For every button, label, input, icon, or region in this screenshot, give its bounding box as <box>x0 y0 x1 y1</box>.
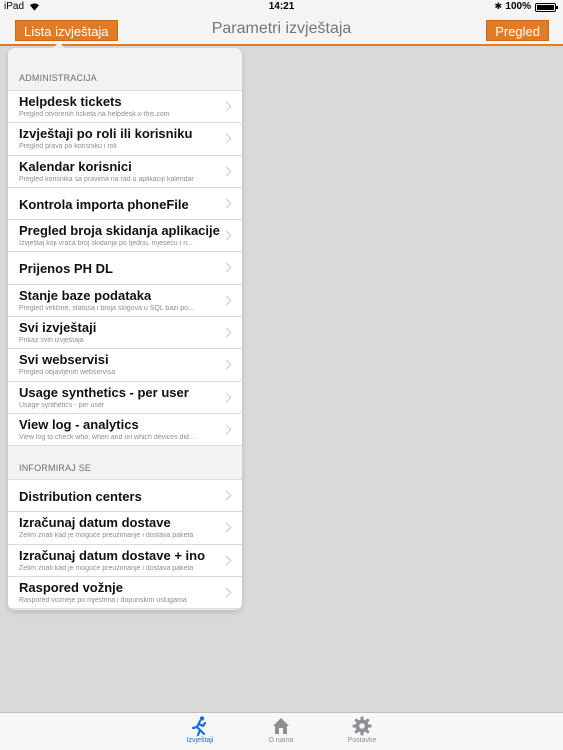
list-item-subtitle: Pregled veličine, statusa i broja slogov… <box>19 304 194 312</box>
section-header-informiraj: INFORMIRAJ SE <box>19 463 92 473</box>
list-item-title: Kontrola importa phoneFile <box>19 196 189 212</box>
list-item-subtitle: Pregled otvorenih ticketa na helpdesk.x-… <box>19 111 170 118</box>
list-item-title: Svi izvještaji <box>19 320 97 336</box>
list-item-subtitle: Usage synthetics - per user <box>19 401 105 409</box>
administracija-list: Helpdesk tickets Pregled otvorenih ticket… <box>8 90 242 447</box>
list-item-title: Helpdesk tickets <box>19 94 122 109</box>
list-item-subtitle: Pregled prava po korisniku i roli <box>19 143 117 151</box>
chevron-right-icon <box>221 327 232 338</box>
list-item-title: View log - analytics <box>19 416 139 432</box>
list-item[interactable]: Kontrola importa phoneFile <box>8 188 242 221</box>
list-item[interactable]: Izvještaji po roli ili korisniku Pregled … <box>8 123 242 156</box>
chevron-right-icon <box>221 555 232 566</box>
list-item[interactable]: Izračunaj datum dostave + ino Želim znati… <box>8 545 242 577</box>
list-item[interactable]: Distribution centers <box>8 480 242 513</box>
list-item-title: Izračunaj datum dostave <box>19 515 171 531</box>
section-header-administracija: ADMINISTRACIJA <box>19 73 97 83</box>
battery-percent: 100% <box>505 1 531 12</box>
list-item[interactable]: Prijenos PH DL <box>8 252 242 285</box>
list-item-title: Kalendar korisnici <box>19 158 132 174</box>
bluetooth-icon: ✱ <box>494 1 502 11</box>
battery-icon <box>535 3 558 12</box>
runner-icon <box>191 716 207 736</box>
list-item[interactable]: View log - analytics View log to check wh… <box>8 414 242 447</box>
list-item-subtitle: Želim znati kad je moguće preuzimanje i … <box>19 564 194 572</box>
list-item[interactable]: Izračunaj datum dostave Želim znati kad j… <box>8 512 242 545</box>
tab-postavke[interactable]: Postavke <box>337 716 387 744</box>
chevron-right-icon <box>221 392 232 403</box>
chevron-right-icon <box>221 101 232 112</box>
tab-label: O nama <box>268 737 294 744</box>
list-item-subtitle: Pregled objavljenih webservisa <box>19 369 116 377</box>
list-item-title: Raspored vožnje <box>19 579 124 595</box>
chevron-right-icon <box>221 424 232 435</box>
report-list-popover: ADMINISTRACIJA Helpdesk tickets Pregled o… <box>8 48 242 610</box>
list-item-subtitle: Prikaz svih izvještaja <box>19 337 84 345</box>
navigation-bar: Lista izvještaja Parametri izvještaja Pr… <box>0 14 563 46</box>
page-title: Parametri izvještaja <box>211 20 352 37</box>
list-item[interactable]: Kalendar korisnici Pregled korisnika sa p… <box>8 156 242 188</box>
chevron-right-icon <box>221 295 232 306</box>
list-item[interactable]: Svi webservisi Pregled objavljenih webser… <box>8 349 242 382</box>
chevron-right-icon <box>221 587 232 598</box>
list-item-title: Usage synthetics - per user <box>19 384 189 400</box>
chevron-right-icon <box>221 359 232 370</box>
list-item-subtitle: Želim znati kad je moguće preuzimanje i … <box>19 532 194 540</box>
tab-label: Postavke <box>347 737 377 744</box>
list-item-subtitle: Izvještaj koji vraća broj skidanja po tj… <box>19 240 193 248</box>
list-item-title: Izvještaji po roli ili korisniku <box>19 126 193 142</box>
tab-izvjestaji[interactable]: Izvještaji <box>175 716 225 744</box>
chevron-right-icon <box>221 166 232 177</box>
chevron-right-icon <box>221 522 232 533</box>
tab-bar: Izvještaji O nama Postavke <box>0 712 563 750</box>
list-item[interactable]: Pregled broja skidanja aplikacije Izvješt… <box>8 220 242 253</box>
chevron-right-icon <box>221 230 232 241</box>
clock: 14:21 <box>268 1 295 12</box>
preview-button[interactable]: Pregled <box>486 20 549 41</box>
list-item-title: Prijenos PH DL <box>19 261 113 277</box>
chevron-right-icon <box>221 133 232 144</box>
chevron-right-icon <box>221 263 232 273</box>
tab-o-nama[interactable]: O nama <box>256 716 306 744</box>
informiraj-list: Distribution centers Izračunaj datum dost… <box>8 479 242 610</box>
list-item[interactable]: Stanje baze podataka Pregled veličine, st… <box>8 285 242 318</box>
list-item[interactable]: Raspored vožnje Raspored vozneje po mjest… <box>8 577 242 610</box>
list-item-title: Pregled broja skidanja aplikacije <box>19 223 220 239</box>
house-icon <box>273 718 289 734</box>
list-item-title: Stanje baze podataka <box>19 287 152 303</box>
tab-label: Izvještaji <box>186 737 214 744</box>
list-item-title: Izračunaj datum dostave + ino <box>19 547 206 563</box>
list-item[interactable]: Usage synthetics - per user Usage synthet… <box>8 382 242 414</box>
list-item[interactable]: Helpdesk tickets Pregled otvorenih ticket… <box>8 91 242 124</box>
list-item-title: Distribution centers <box>19 489 142 504</box>
list-item-title: Svi webservisi <box>19 352 109 368</box>
list-item-subtitle: Raspored vozneje po mjestima i dopunskim… <box>19 596 187 604</box>
chevron-right-icon <box>221 490 232 501</box>
list-item[interactable]: Svi izvještaji Prikaz svih izvještaja <box>8 317 242 350</box>
chevron-right-icon <box>221 198 232 209</box>
list-item-subtitle: View log to check who, when and on which… <box>19 433 195 441</box>
status-bar: iPad 14:21 ✱ 100% <box>0 0 563 14</box>
gear-icon <box>352 716 372 736</box>
list-item-subtitle: Pregled korisnika sa pravima na rad u ap… <box>19 175 194 183</box>
